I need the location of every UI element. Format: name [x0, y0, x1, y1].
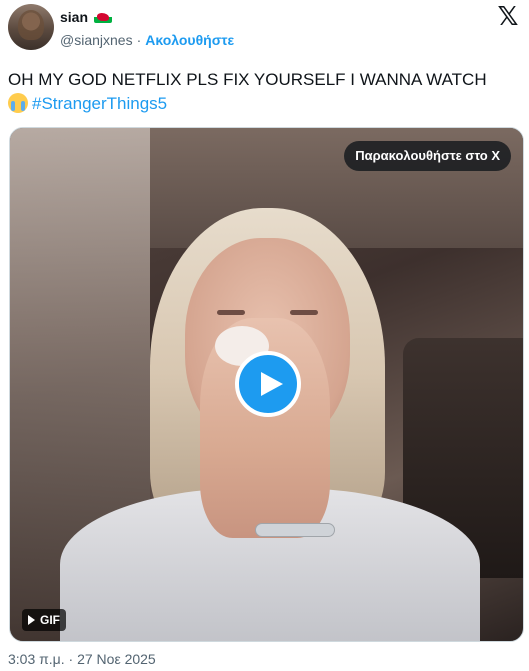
- tweet-card: sian @sianjxnes · Ακολουθήστε 𝕏 OH MY GO…: [0, 0, 529, 671]
- watch-on-x-button[interactable]: Παρακολουθήστε στο X: [344, 141, 511, 171]
- play-small-icon: [28, 615, 35, 625]
- user-handle[interactable]: @sianjxnes: [60, 32, 133, 48]
- separator: ·: [136, 32, 142, 48]
- tweet-body: OH MY GOD NETFLIX PLS FIX YOURSELF I WAN…: [8, 70, 487, 89]
- name-row: sian: [60, 9, 113, 25]
- play-icon: [261, 372, 283, 396]
- loudly-crying-face-icon: [8, 93, 28, 113]
- handle-row: @sianjxnes · Ακολουθήστε: [60, 32, 234, 48]
- tweet-text: OH MY GOD NETFLIX PLS FIX YOURSELF I WAN…: [8, 68, 523, 116]
- eye-right: [290, 310, 318, 315]
- wales-flag-icon: [94, 11, 113, 23]
- hashtag-link[interactable]: #StrangerThings5: [32, 94, 167, 113]
- avatar[interactable]: [8, 4, 54, 50]
- eye-left: [217, 310, 245, 315]
- display-name[interactable]: sian: [60, 9, 88, 25]
- gif-badge-label: GIF: [40, 613, 60, 627]
- play-button[interactable]: [235, 351, 301, 417]
- video-media[interactable]: Παρακολουθήστε στο X GIF: [9, 127, 524, 642]
- bracelet: [255, 523, 335, 537]
- tweet-timestamp[interactable]: 3:03 π.μ. · 27 Νοε 2025: [8, 651, 156, 667]
- x-logo-icon[interactable]: 𝕏: [497, 4, 519, 30]
- follow-button[interactable]: Ακολουθήστε: [145, 32, 234, 48]
- gif-badge: GIF: [22, 609, 66, 631]
- avatar-photo: [18, 10, 44, 40]
